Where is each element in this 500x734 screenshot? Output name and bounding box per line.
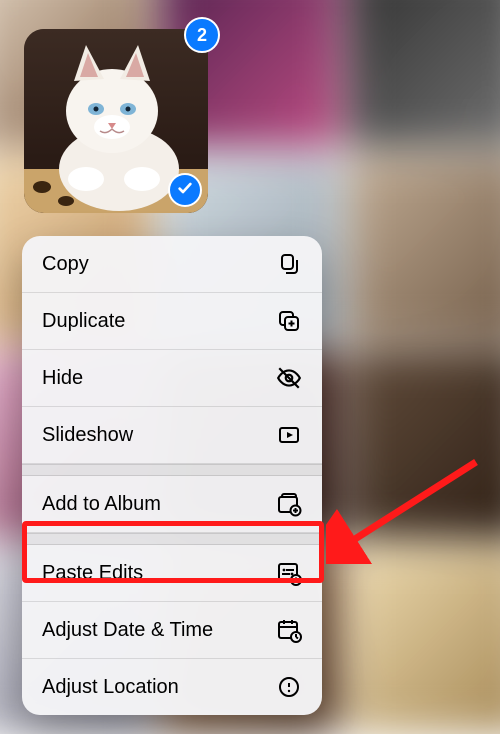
slideshow-icon xyxy=(276,422,302,448)
bg-tile xyxy=(348,545,500,734)
selected-checkmark-badge xyxy=(168,173,202,207)
selection-count-badge: 2 xyxy=(184,17,220,53)
selection-count-value: 2 xyxy=(197,25,207,46)
menu-separator xyxy=(22,533,322,545)
menu-item-label: Slideshow xyxy=(42,424,133,447)
menu-separator xyxy=(22,464,322,476)
menu-item-label: Adjust Location xyxy=(42,676,179,699)
menu-item-copy[interactable]: Copy xyxy=(22,236,322,293)
menu-item-add-to-album[interactable]: Add to Album xyxy=(22,476,322,533)
bg-tile xyxy=(348,0,500,147)
menu-item-label: Duplicate xyxy=(42,310,125,333)
duplicate-icon xyxy=(276,308,302,334)
menu-item-hide[interactable]: Hide xyxy=(22,350,322,407)
checkmark-icon xyxy=(177,180,193,201)
menu-item-label: Adjust Date & Time xyxy=(42,619,213,642)
menu-item-adjust-date-time[interactable]: Adjust Date & Time xyxy=(22,602,322,659)
add-to-album-icon xyxy=(276,491,302,517)
copy-icon xyxy=(276,251,302,277)
menu-item-label: Paste Edits xyxy=(42,562,143,585)
menu-item-adjust-location[interactable]: Adjust Location xyxy=(22,659,322,715)
menu-item-label: Copy xyxy=(42,253,89,276)
menu-item-duplicate[interactable]: Duplicate xyxy=(22,293,322,350)
menu-item-slideshow[interactable]: Slideshow xyxy=(22,407,322,464)
menu-item-label: Add to Album xyxy=(42,493,161,516)
menu-item-paste-edits[interactable]: Paste Edits xyxy=(22,545,322,602)
bg-tile xyxy=(348,154,500,343)
bg-tile xyxy=(348,349,500,538)
paste-edits-icon xyxy=(276,560,302,586)
adjust-location-icon xyxy=(276,674,302,700)
photo-context-menu: Copy Duplicate Hide Slideshow Add to Alb… xyxy=(22,236,322,715)
hide-icon xyxy=(276,365,302,391)
adjust-date-time-icon xyxy=(276,617,302,643)
menu-item-label: Hide xyxy=(42,367,83,390)
selected-photo-preview[interactable]: 2 xyxy=(24,29,208,213)
